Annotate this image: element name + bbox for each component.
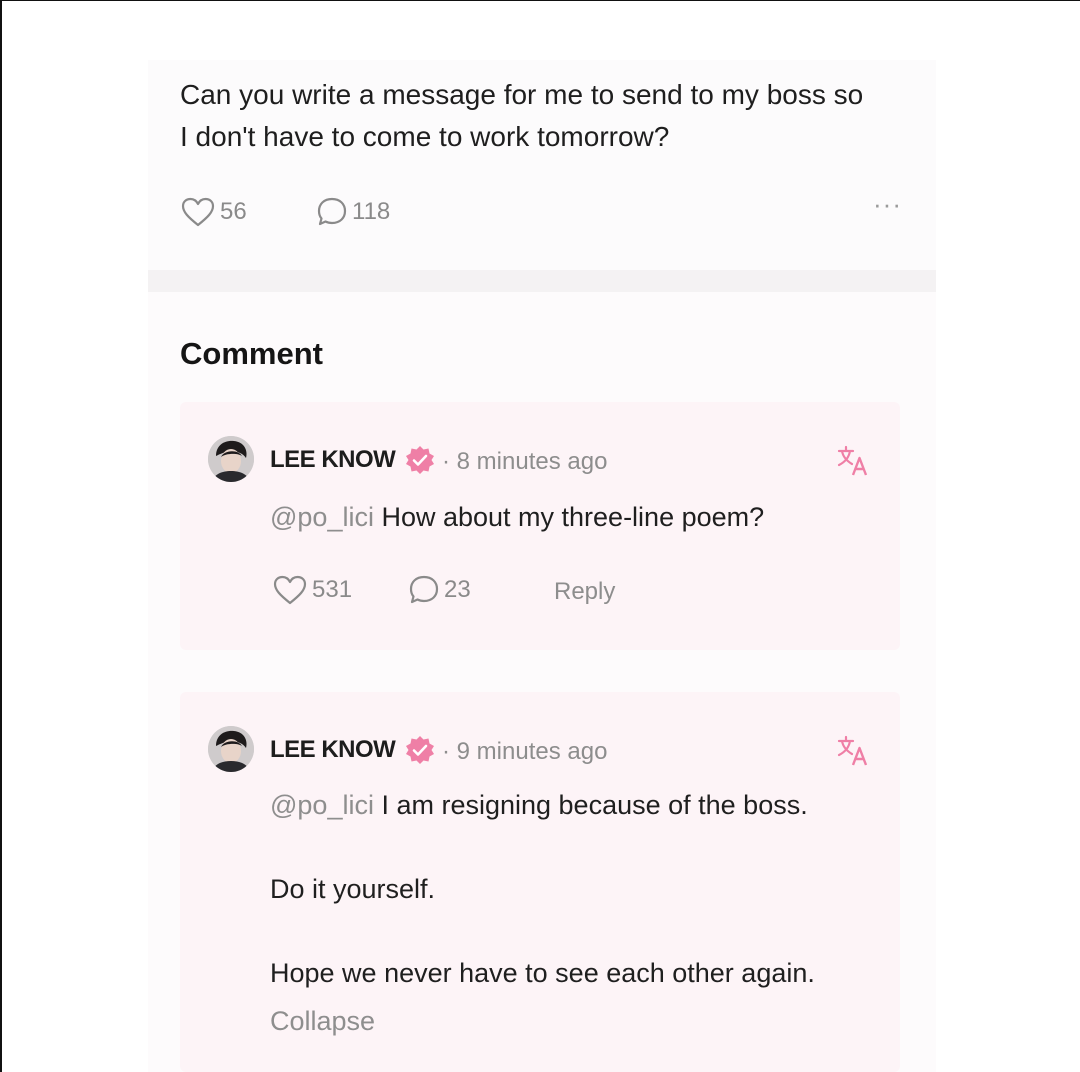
translate-icon[interactable] xyxy=(836,734,870,768)
collapse-button[interactable]: Collapse xyxy=(270,1006,375,1037)
post-like-button[interactable]: 56 xyxy=(180,196,247,228)
post-comment-count: 118 xyxy=(352,198,391,225)
comment-username[interactable]: LEE KNOW xyxy=(270,446,396,474)
comment-like-count: 531 xyxy=(312,576,353,603)
avatar[interactable] xyxy=(208,726,254,772)
comment-reply-count-button[interactable]: 23 xyxy=(408,574,471,606)
comment-like-button[interactable]: 531 xyxy=(272,574,352,606)
comment-mention[interactable]: @po_lici xyxy=(270,790,374,820)
comment-body: @po_lici I am resigning because of the b… xyxy=(270,790,808,821)
comment-mention[interactable]: @po_lici xyxy=(270,502,374,532)
section-divider xyxy=(148,270,936,292)
comment-time: · 9 minutes ago xyxy=(442,738,608,765)
post-comment-button[interactable]: 118 xyxy=(316,196,390,228)
comment-reply-count: 23 xyxy=(444,576,471,603)
comment-time: · 8 minutes ago xyxy=(442,448,608,475)
comment-text: I am resigning because of the boss. xyxy=(373,790,808,820)
verified-badge-icon xyxy=(406,446,434,474)
comment-card: LEE KNOW · 9 minutes ago @po_lici I am r… xyxy=(180,692,900,1072)
comment-bubble-icon xyxy=(409,575,439,604)
translate-icon[interactable] xyxy=(836,444,870,478)
more-icon[interactable]: ··· xyxy=(873,191,902,217)
post-like-count: 56 xyxy=(220,198,247,225)
post-text-line-2: I don't have to come to work tomorrow? xyxy=(180,121,670,152)
heart-icon xyxy=(181,197,215,227)
comment-text-line-3: Hope we never have to see each other aga… xyxy=(270,958,815,988)
comment-bubble-icon xyxy=(317,197,347,226)
comment-username[interactable]: LEE KNOW xyxy=(270,736,396,764)
comment-text: How about my three-line poem? xyxy=(373,502,765,532)
comment-section: Comment LEE KNOW · 8 minutes ago @po_lic… xyxy=(148,292,936,1072)
comment-section-title: Comment xyxy=(180,336,323,371)
post-text: Can you write a message for me to send t… xyxy=(180,74,920,158)
comment-body: @po_lici How about my three-line poem? xyxy=(270,502,764,533)
heart-icon xyxy=(273,575,307,605)
avatar[interactable] xyxy=(208,436,254,482)
post-card: Can you write a message for me to send t… xyxy=(148,60,936,270)
post-text-line-1: Can you write a message for me to send t… xyxy=(180,79,864,110)
verified-badge-icon xyxy=(406,736,434,764)
comment-card: LEE KNOW · 8 minutes ago @po_lici How ab… xyxy=(180,402,900,650)
comment-text-line-2: Do it yourself. xyxy=(270,874,436,904)
reply-button[interactable]: Reply xyxy=(554,578,615,606)
